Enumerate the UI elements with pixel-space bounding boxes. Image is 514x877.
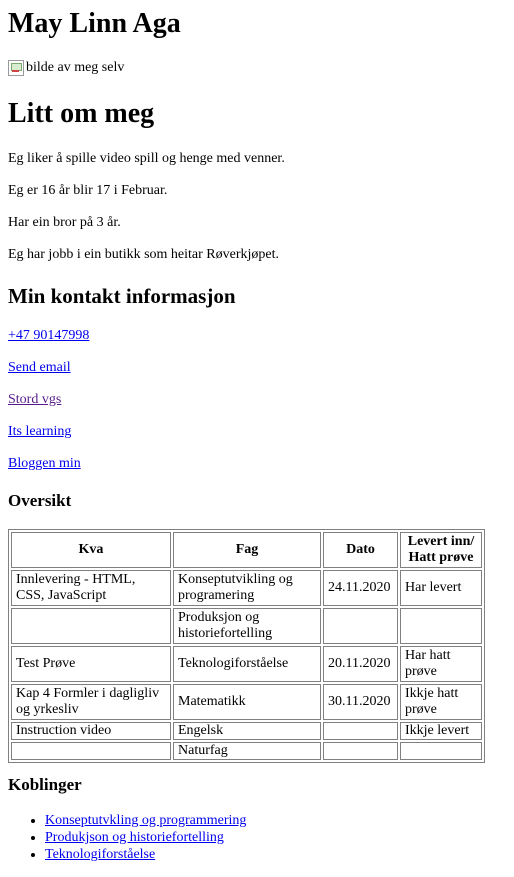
table-cell xyxy=(323,742,398,760)
profile-image: bilde av meg selv xyxy=(8,60,124,76)
table-cell xyxy=(11,742,171,760)
column-header-levert: Levert inn/ Hatt prøve xyxy=(400,532,482,568)
table-cell xyxy=(11,608,171,644)
table-row: Innlevering - HTML, CSS, JavaScript Kons… xyxy=(11,570,482,606)
konseptutvikling-link[interactable]: Konseptutvkling og programmering xyxy=(45,813,246,828)
page-title: May Linn Aga xyxy=(8,8,181,39)
table-header-row: Kva Fag Dato Levert inn/ Hatt prøve xyxy=(11,532,482,568)
teknologiforstaelse-link[interactable]: Teknologiforståelse xyxy=(45,847,155,862)
koblinger-list: Konseptutvkling og programmering Produkj… xyxy=(8,812,246,863)
table-cell xyxy=(400,742,482,760)
stord-vgs-link[interactable]: Stord vgs xyxy=(8,392,61,407)
table-row: Kap 4 Formler i dagligliv og yrkesliv Ma… xyxy=(11,684,482,720)
table-cell: Produksjon og historiefortelling xyxy=(173,608,321,644)
table-cell: Har hatt prøve xyxy=(400,646,482,682)
email-link[interactable]: Send email xyxy=(8,360,71,375)
table-cell: Naturfag xyxy=(173,742,321,760)
column-header-dato: Dato xyxy=(323,532,398,568)
produksjon-link[interactable]: Produkjson og historiefortelling xyxy=(45,830,224,845)
blog-link[interactable]: Bloggen min xyxy=(8,456,81,471)
table-cell: 30.11.2020 xyxy=(323,684,398,720)
table-cell: Teknologiforståelse xyxy=(173,646,321,682)
table-cell: Har levert xyxy=(400,570,482,606)
profile-image-alt-text: bilde av meg selv xyxy=(26,60,125,75)
about-paragraph: Har ein bror på 3 år. xyxy=(8,215,121,230)
about-paragraph: Eg har jobb i ein butikk som heitar Røve… xyxy=(8,247,280,262)
about-heading: Litt om meg xyxy=(8,98,155,129)
list-item: Produkjson og historiefortelling xyxy=(45,829,246,846)
table-cell: 20.11.2020 xyxy=(323,646,398,682)
overview-table: Kva Fag Dato Levert inn/ Hatt prøve Innl… xyxy=(8,529,485,763)
table-cell xyxy=(400,608,482,644)
column-header-kva: Kva xyxy=(11,532,171,568)
about-paragraph: Eg liker å spille video spill og henge m… xyxy=(8,151,285,166)
table-cell xyxy=(323,608,398,644)
about-paragraph: Eg er 16 år blir 17 i Februar. xyxy=(8,183,168,198)
table-cell xyxy=(323,722,398,740)
column-header-fag: Fag xyxy=(173,532,321,568)
table-cell: 24.11.2020 xyxy=(323,570,398,606)
table-cell: Test Prøve xyxy=(11,646,171,682)
table-row: Naturfag xyxy=(11,742,482,760)
table-cell: Kap 4 Formler i dagligliv og yrkesliv xyxy=(11,684,171,720)
koblinger-heading: Koblinger xyxy=(8,775,82,794)
table-cell: Ikkje levert xyxy=(400,722,482,740)
table-cell: Konseptutvikling og programering xyxy=(173,570,321,606)
table-row: Test Prøve Teknologiforståelse 20.11.202… xyxy=(11,646,482,682)
contact-heading: Min kontakt informasjon xyxy=(8,284,236,308)
phone-link[interactable]: +47 90147998 xyxy=(8,328,89,343)
table-cell: Innlevering - HTML, CSS, JavaScript xyxy=(11,570,171,606)
list-item: Konseptutvkling og programmering xyxy=(45,812,246,829)
its-learning-link[interactable]: Its learning xyxy=(8,424,71,439)
broken-image-icon xyxy=(8,60,24,76)
table-row: Instruction video Engelsk Ikkje levert xyxy=(11,722,482,740)
table-cell: Matematikk xyxy=(173,684,321,720)
list-item: Teknologiforståelse xyxy=(45,846,246,863)
table-cell: Ikkje hatt prøve xyxy=(400,684,482,720)
table-row: Produksjon og historiefortelling xyxy=(11,608,482,644)
overview-heading: Oversikt xyxy=(8,491,72,510)
table-cell: Instruction video xyxy=(11,722,171,740)
table-cell: Engelsk xyxy=(173,722,321,740)
